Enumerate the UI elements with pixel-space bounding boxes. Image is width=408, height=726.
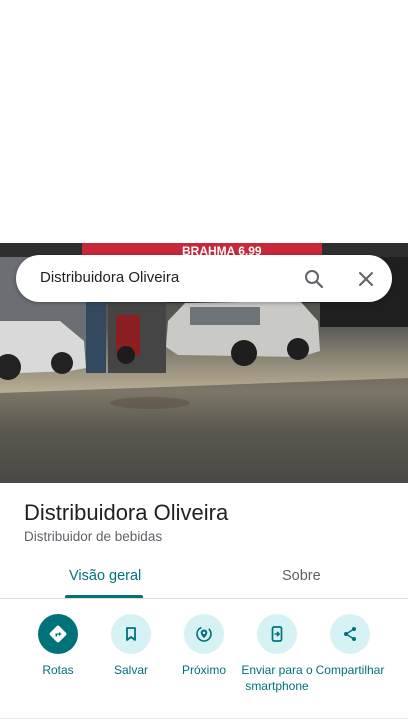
send-to-phone-label: Enviar para o smartphone xyxy=(241,663,313,693)
nearby-icon xyxy=(184,614,224,654)
save-button[interactable]: Salvar xyxy=(93,614,169,678)
tabs-divider xyxy=(0,598,408,599)
send-to-phone-icon xyxy=(257,614,297,654)
share-button[interactable]: Compartilhar xyxy=(312,614,388,678)
save-label: Salvar xyxy=(113,663,148,677)
share-icon xyxy=(330,614,370,654)
map-area-blank xyxy=(0,0,408,243)
tab-about[interactable]: Sobre xyxy=(282,568,321,584)
nearby-button[interactable]: Próximo xyxy=(166,614,242,678)
search-icon[interactable] xyxy=(302,267,326,291)
share-label: Compartilhar xyxy=(315,663,385,677)
bookmark-icon xyxy=(111,614,151,654)
search-bar[interactable]: Distribuidora Oliveira xyxy=(16,255,392,302)
place-title: Distribuidora Oliveira xyxy=(24,500,229,525)
send-to-phone-button[interactable]: Enviar para o smartphone xyxy=(239,614,315,694)
search-input[interactable]: Distribuidora Oliveira xyxy=(40,269,179,286)
directions-label: Rotas xyxy=(42,663,74,677)
place-category: Distribuidor de bebidas xyxy=(24,529,163,544)
directions-button[interactable]: Rotas xyxy=(20,614,96,678)
close-icon[interactable] xyxy=(354,267,378,291)
bottom-divider xyxy=(0,718,408,719)
nearby-label: Próximo xyxy=(181,663,226,677)
directions-icon xyxy=(38,614,78,654)
tab-overview[interactable]: Visão geral xyxy=(69,568,141,584)
